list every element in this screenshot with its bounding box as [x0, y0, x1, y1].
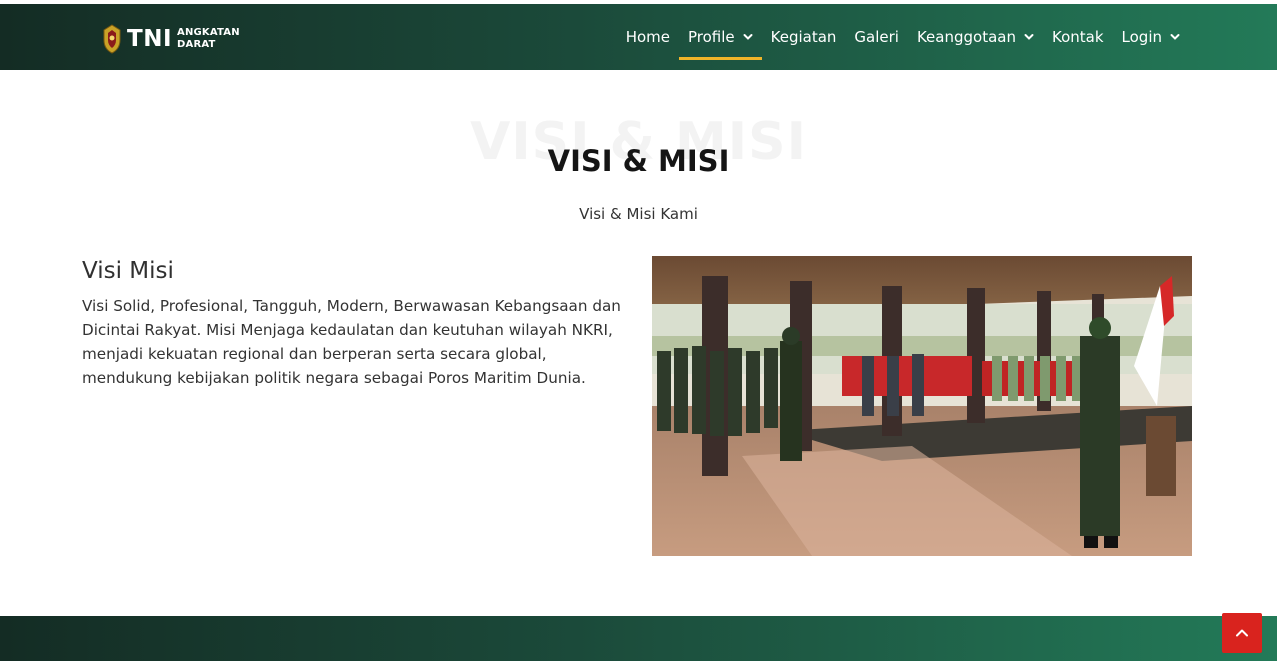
main-nav: Home Profile Kegiatan Galeri Keanggotaan… [617, 4, 1189, 70]
chevron-down-icon [1170, 34, 1180, 40]
site-logo[interactable]: TNI ANGKATAN DARAT [101, 24, 240, 54]
brand-short: TNI [127, 26, 172, 52]
page-subtitle: Visi & Misi Kami [579, 205, 698, 223]
nav-galeri[interactable]: Galeri [845, 4, 908, 70]
brand-line-1: ANGKATAN [177, 27, 240, 38]
nav-home-label: Home [625, 28, 670, 46]
section-paragraph: Visi Solid, Profesional, Tangguh, Modern… [82, 297, 621, 387]
brand-subtitle: ANGKATAN DARAT [177, 27, 240, 51]
brand-line-2: DARAT [177, 39, 216, 50]
nav-login-label: Login [1121, 28, 1162, 46]
nav-keanggotaan[interactable]: Keanggotaan [908, 4, 1043, 70]
nav-home[interactable]: Home [617, 4, 679, 70]
nav-profile-label: Profile [688, 28, 735, 46]
page-title: VISI & MISI [547, 144, 730, 178]
nav-kegiatan[interactable]: Kegiatan [762, 4, 846, 70]
back-to-top-button[interactable] [1222, 613, 1262, 653]
nav-profile[interactable]: Profile [679, 4, 762, 70]
chevron-down-icon [1024, 34, 1034, 40]
ceremony-photo [652, 256, 1192, 556]
nav-kontak-label: Kontak [1051, 28, 1104, 46]
nav-kegiatan-label: Kegiatan [770, 28, 837, 46]
army-emblem-icon [103, 24, 121, 54]
nav-kontak[interactable]: Kontak [1043, 4, 1113, 70]
nav-login[interactable]: Login [1113, 4, 1189, 70]
ceremony-photo-illustration [652, 256, 1192, 556]
arrow-up-icon [1236, 629, 1248, 637]
navbar: TNI ANGKATAN DARAT Home Profile Kegiatan… [0, 4, 1277, 70]
nav-galeri-label: Galeri [854, 28, 899, 46]
section-heading: Visi Misi [82, 258, 174, 284]
nav-keanggotaan-label: Keanggotaan [916, 28, 1016, 46]
chevron-down-icon [743, 34, 753, 40]
footer [0, 616, 1277, 661]
visi-misi-text-block: Visi Misi Visi Solid, Profesional, Tangg… [82, 256, 622, 390]
